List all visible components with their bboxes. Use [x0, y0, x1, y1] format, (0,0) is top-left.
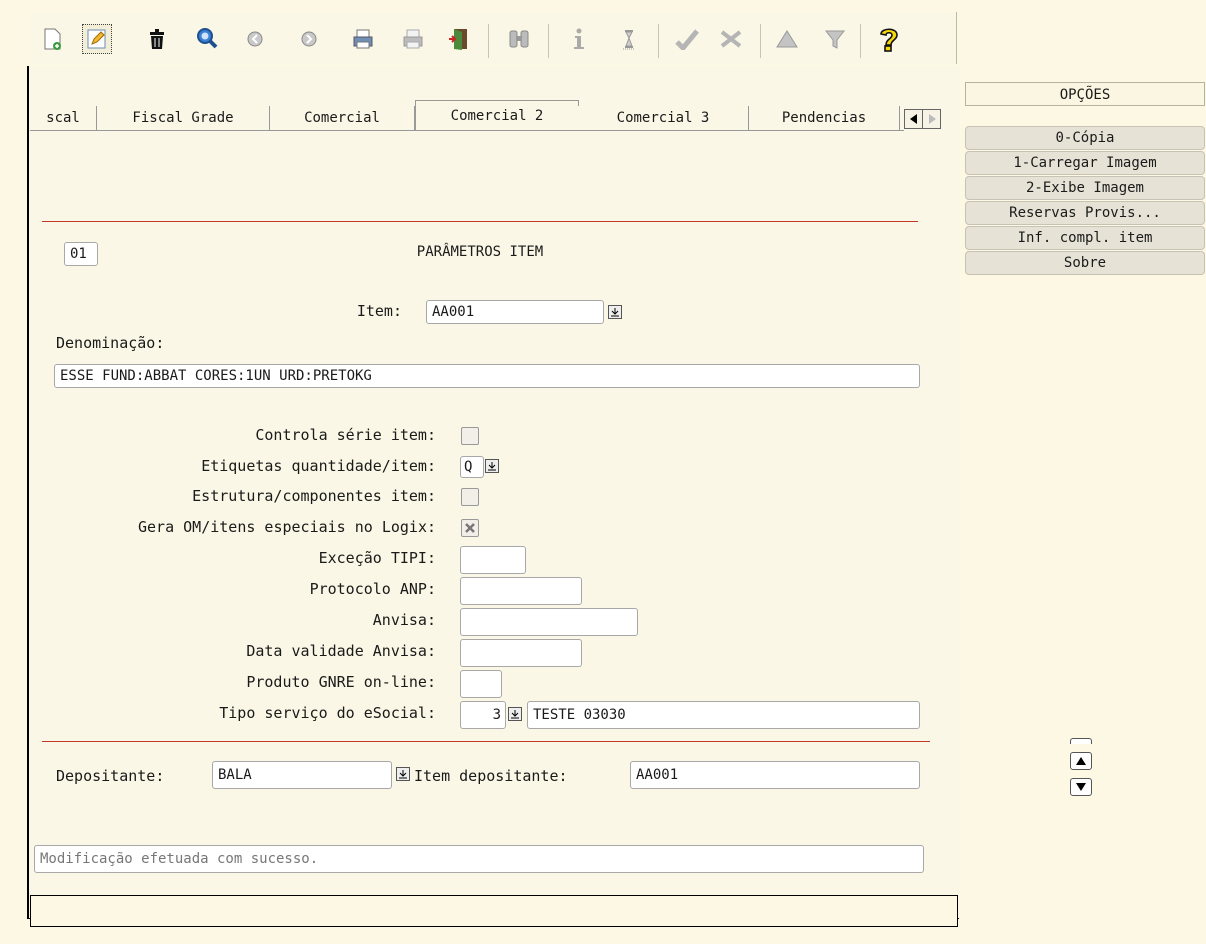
- status-message: Modificação efetuada com sucesso.: [40, 851, 319, 867]
- protocolo-anp-label: Protocolo ANP:: [309, 580, 436, 598]
- denominacao-value: ESSE FUND:ABBAT CORES:1UN URD:PRETOKG: [60, 368, 372, 384]
- toolbar-separator: [860, 24, 861, 58]
- previous-record-icon[interactable]: [240, 24, 270, 54]
- item-dropdown-icon[interactable]: [608, 305, 622, 319]
- item-depositante-label: Item depositante:: [414, 767, 568, 785]
- print-disabled-icon[interactable]: [398, 24, 428, 54]
- exit-door-icon[interactable]: [444, 24, 474, 54]
- binoculars-icon[interactable]: [504, 24, 534, 54]
- anvisa-label: Anvisa:: [372, 611, 436, 629]
- depositante-dropdown-icon[interactable]: [396, 767, 410, 781]
- triangle-up-icon[interactable]: [772, 24, 802, 54]
- checkbox-x-icon: [465, 523, 475, 533]
- item-value: AA001: [432, 304, 475, 320]
- new-document-icon[interactable]: [38, 24, 68, 54]
- data-validade-field[interactable]: [460, 639, 582, 667]
- tab-scroll-left-icon[interactable]: [904, 109, 923, 129]
- etiquetas-value: Q: [464, 459, 473, 475]
- status-message-field: Modificação efetuada com sucesso.: [34, 845, 924, 873]
- cancel-x-icon[interactable]: [716, 24, 746, 54]
- toolbar-separator: [548, 24, 549, 58]
- controla-serie-checkbox[interactable]: [461, 427, 479, 445]
- filter-icon[interactable]: [820, 24, 850, 54]
- scroll-up-icon[interactable]: [1070, 752, 1092, 770]
- item-depositante-value: AA001: [636, 767, 679, 783]
- next-record-icon[interactable]: [294, 24, 324, 54]
- item-depositante-field[interactable]: AA001: [630, 761, 920, 789]
- denominacao-label: Denominação:: [56, 334, 165, 352]
- help-question-icon[interactable]: [874, 24, 904, 54]
- tab-scroll-right-icon[interactable]: [922, 109, 941, 129]
- produto-gnre-field[interactable]: [460, 670, 502, 698]
- tab-fiscal-grade[interactable]: Fiscal Grade: [97, 106, 270, 130]
- depositante-label: Depositante:: [56, 767, 165, 785]
- section-divider: [42, 221, 918, 222]
- edit-pencil-icon[interactable]: [82, 24, 112, 54]
- tab-comercial-3[interactable]: Comercial 3: [578, 106, 749, 130]
- info-icon[interactable]: [564, 24, 594, 54]
- tab-label: Comercial 3: [616, 110, 710, 126]
- tab-label: scal: [46, 110, 80, 126]
- code-field: 01: [64, 242, 98, 266]
- toolbar: [30, 12, 957, 64]
- tipo-servico-code-value: 3: [492, 707, 501, 723]
- tipo-servico-label: Tipo serviço do eSocial:: [219, 704, 436, 722]
- option-inf-compl-button[interactable]: Inf. compl. item: [965, 226, 1205, 250]
- tab-label: Pendencias: [781, 110, 867, 126]
- tab-baseline: [30, 130, 904, 131]
- toolbar-separator: [488, 24, 489, 58]
- estrutura-checkbox[interactable]: [461, 488, 479, 506]
- toolbar-separator: [760, 24, 761, 58]
- controla-serie-label: Controla série item:: [255, 426, 436, 444]
- etiquetas-field[interactable]: Q: [460, 456, 484, 478]
- tab-comercial[interactable]: Comercial: [270, 106, 415, 130]
- tipo-servico-desc-field: TESTE 03030: [527, 701, 920, 729]
- tab-label: Comercial: [304, 110, 380, 126]
- option-copia-button[interactable]: 0-Cópia: [965, 126, 1205, 150]
- excecao-tipi-field[interactable]: [460, 546, 526, 574]
- tipo-servico-dropdown-icon[interactable]: [508, 707, 522, 721]
- option-carregar-imagem-button[interactable]: 1-Carregar Imagem: [965, 151, 1205, 175]
- depositante-field[interactable]: BALA: [212, 761, 392, 789]
- option-reservas-button[interactable]: Reservas Provis...: [965, 201, 1205, 225]
- gera-om-checkbox[interactable]: [461, 519, 479, 537]
- options-title: OPÇÕES: [965, 82, 1205, 106]
- option-exibe-imagem-button[interactable]: 2-Exibe Imagem: [965, 176, 1205, 200]
- bottom-status-bar: [30, 895, 958, 927]
- tipo-servico-code-field[interactable]: 3: [460, 701, 506, 729]
- etiquetas-label: Etiquetas quantidade/item:: [201, 457, 436, 475]
- excecao-tipi-label: Exceção TIPI:: [318, 549, 436, 567]
- tab-comercial-2[interactable]: Comercial 2: [415, 100, 579, 131]
- scroll-top-cap: [1070, 738, 1092, 744]
- hourglass-icon[interactable]: [614, 24, 644, 54]
- depositante-value: BALA: [218, 767, 252, 783]
- option-sobre-button[interactable]: Sobre: [965, 251, 1205, 275]
- item-field[interactable]: AA001: [426, 300, 604, 324]
- tab-label: Fiscal Grade: [132, 110, 234, 126]
- item-label: Item:: [356, 302, 402, 320]
- etiquetas-dropdown-icon[interactable]: [485, 459, 499, 473]
- denominacao-field[interactable]: ESSE FUND:ABBAT CORES:1UN URD:PRETOKG: [54, 364, 920, 388]
- section-title: PARÂMETROS ITEM: [416, 244, 544, 260]
- section-divider: [42, 741, 930, 742]
- print-icon[interactable]: [348, 24, 378, 54]
- code-value: 01: [70, 246, 87, 262]
- tipo-servico-desc-value: TESTE 03030: [533, 707, 626, 723]
- anvisa-field[interactable]: [460, 608, 638, 636]
- data-validade-label: Data validade Anvisa:: [246, 642, 436, 660]
- estrutura-label: Estrutura/componentes item:: [192, 487, 436, 505]
- tab-fiscal[interactable]: scal: [30, 106, 97, 130]
- tab-label: Comercial 2: [450, 108, 544, 124]
- scroll-down-icon[interactable]: [1070, 778, 1092, 796]
- search-magnifier-icon[interactable]: [192, 24, 222, 54]
- trash-icon[interactable]: [142, 24, 172, 54]
- confirm-check-icon[interactable]: [672, 24, 702, 54]
- gera-om-label: Gera OM/itens especiais no Logix:: [137, 518, 436, 536]
- protocolo-anp-field[interactable]: [460, 577, 582, 605]
- produto-gnre-label: Produto GNRE on-line:: [246, 673, 436, 691]
- tab-pendencias[interactable]: Pendencias: [749, 106, 900, 130]
- toolbar-separator: [658, 24, 659, 58]
